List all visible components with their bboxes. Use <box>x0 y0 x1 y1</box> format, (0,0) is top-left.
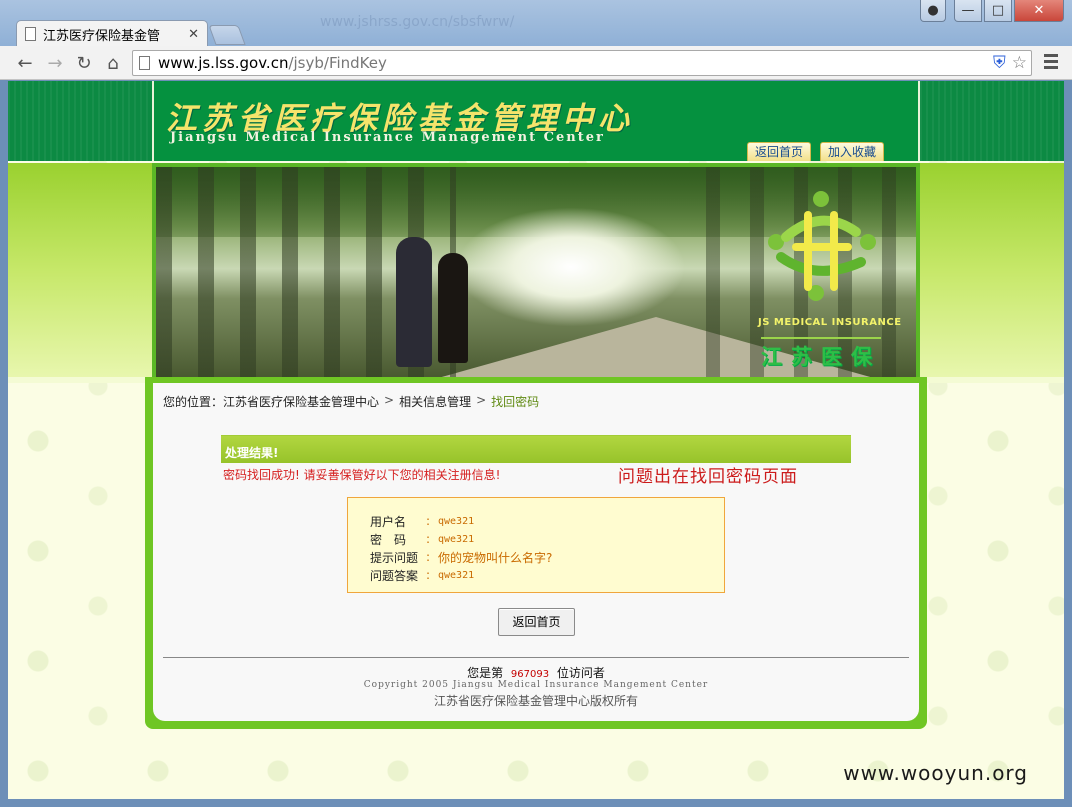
breadcrumb-separator: > <box>384 393 395 407</box>
site-header: 江苏省医疗保险基金管理中心 Jiangsu Medical Insurance … <box>152 81 920 161</box>
logo-text-cn: 江苏医保 <box>761 337 881 371</box>
breadcrumb-prefix: 您的位置： <box>163 395 224 409</box>
breadcrumb-item-info[interactable]: 相关信息管理 <box>399 393 471 410</box>
result-bar: 处理结果! <box>221 435 851 463</box>
forward-arrow-icon[interactable]: → <box>44 51 66 75</box>
tab-close-icon[interactable]: ✕ <box>188 27 199 42</box>
visitors-suffix: 位访问者 <box>556 666 605 680</box>
close-window-button[interactable]: ✕ <box>1014 0 1064 22</box>
minimize-button[interactable]: — <box>954 0 982 22</box>
colon: : <box>426 514 431 528</box>
home-icon[interactable]: ⌂ <box>102 51 124 75</box>
bright-sky <box>456 207 686 327</box>
question-value: 你的宠物叫什么名字? <box>438 550 553 565</box>
visitor-counter: 您是第 967093 位访问者 <box>153 664 919 681</box>
breadcrumb-item-center[interactable]: 江苏省医疗保险基金管理中心 <box>223 393 379 410</box>
header-favorite-link[interactable]: 加入收藏 <box>820 142 885 161</box>
password-value: qwe321 <box>438 533 475 545</box>
user-profile-icon[interactable]: ● <box>920 0 946 22</box>
info-row-answer: 问题答案 : qwe321 <box>370 566 724 584</box>
colon: : <box>426 568 431 582</box>
shield-icon[interactable]: ⛨ <box>993 53 1006 73</box>
breadcrumb-separator: > <box>476 393 487 407</box>
walking-woman <box>438 253 468 363</box>
success-message: 密码找回成功! 请妥善保管好以下您的相关注册信息! <box>223 468 501 482</box>
browser-toolbar: ← → ↻ ⌂ www.js.lss.gov.cn /jsyb/FindKey … <box>0 46 1072 80</box>
walking-man <box>396 237 432 367</box>
window-controls: ● — □ ✕ <box>920 0 1064 22</box>
background-window-url: www.jshrss.gov.cn/sbsfwrw/ <box>320 14 515 30</box>
account-info-box: 用户名 : qwe321 密 码 : qwe321 提示问题 : 你的宠物叫什么… <box>347 497 725 593</box>
reload-icon[interactable]: ↻ <box>73 51 95 75</box>
watermark-text: www.wooyun.org <box>843 761 1028 785</box>
answer-value: qwe321 <box>438 569 475 581</box>
rights-text: 江苏省医疗保险基金管理中心版权所有 <box>433 694 638 708</box>
url-path: /jsyb/FindKey <box>288 54 387 72</box>
main-content: 您的位置： 江苏省医疗保险基金管理中心 > 相关信息管理 > 找回密码 处理结果… <box>153 383 919 721</box>
document-icon <box>139 56 150 70</box>
banner-image: JS MEDICAL INSURANCE 江苏医保 <box>152 163 920 379</box>
info-row-username: 用户名 : qwe321 <box>370 512 724 530</box>
tab-title: 江苏医疗保险基金管 <box>43 28 161 44</box>
username-label: 用户名 <box>370 514 407 529</box>
logo-text-en: JS MEDICAL INSURANCE <box>758 317 902 328</box>
username-value: qwe321 <box>438 515 475 527</box>
colon: : <box>426 532 431 546</box>
browser-tab[interactable]: 江苏医疗保险基金管 ✕ <box>16 20 208 47</box>
back-home-button[interactable]: 返回首页 <box>498 608 575 636</box>
info-row-question: 提示问题 : 你的宠物叫什么名字? <box>370 548 724 566</box>
url-host: www.js.lss.gov.cn <box>158 54 289 72</box>
annotation-note: 问题出在找回密码页面 <box>618 467 798 487</box>
back-arrow-icon[interactable]: ← <box>14 51 36 75</box>
breadcrumb: 您的位置： 江苏省医疗保险基金管理中心 > 相关信息管理 > 找回密码 <box>163 393 539 410</box>
info-row-password: 密 码 : qwe321 <box>370 530 724 548</box>
visitors-prefix: 您是第 <box>467 666 504 680</box>
colon: : <box>426 550 431 564</box>
maximize-button[interactable]: □ <box>984 0 1012 22</box>
js-medical-insurance-logo-icon <box>768 191 876 301</box>
header-home-link[interactable]: 返回首页 <box>747 142 812 161</box>
password-label: 密 码 <box>370 532 407 547</box>
page-icon <box>25 27 36 41</box>
window-titlebar: www.jshrss.gov.cn/sbsfwrw/ 江苏医疗保险基金管 ✕ ●… <box>0 0 1072 47</box>
footer-divider <box>163 657 909 658</box>
bookmark-star-icon[interactable]: ☆ <box>1012 53 1027 73</box>
breadcrumb-item-current: 找回密码 <box>491 395 540 409</box>
new-tab-button[interactable] <box>208 25 246 45</box>
visitors-count: 967093 <box>510 669 550 680</box>
copyright-text: Copyright 2005 Jiangsu Medical Insurance… <box>363 680 709 690</box>
web-page: 江苏省医疗保险基金管理中心 Jiangsu Medical Insurance … <box>8 81 1064 799</box>
menu-icon[interactable] <box>1044 54 1058 72</box>
answer-label: 问题答案 <box>370 568 419 583</box>
site-title-en: Jiangsu Medical Insurance Management Cen… <box>170 130 605 145</box>
address-bar[interactable]: www.js.lss.gov.cn /jsyb/FindKey ⛨ ☆ <box>132 50 1032 76</box>
question-label: 提示问题 <box>370 550 419 565</box>
